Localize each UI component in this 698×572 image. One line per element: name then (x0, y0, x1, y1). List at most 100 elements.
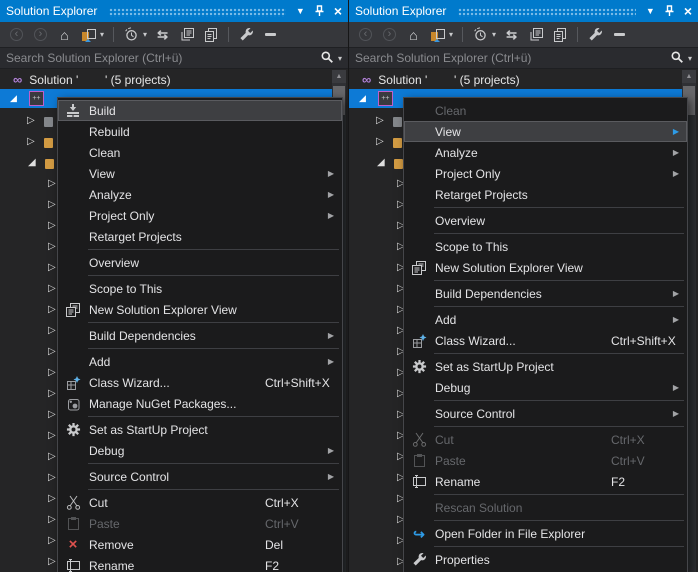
menu-item-rescan-solution[interactable]: Rescan Solution (404, 497, 687, 518)
tree-collapsed-expander-icon[interactable]: ▷ (48, 536, 56, 546)
dropdown-caret-icon[interactable]: ▾ (449, 30, 453, 39)
tree-collapsed-expander-icon[interactable]: ▷ (376, 137, 384, 147)
menu-item-retarget-projects[interactable]: Retarget Projects (58, 226, 342, 247)
close-icon[interactable]: × (684, 4, 692, 18)
panel-titlebar[interactable]: Solution Explorer ▼ × (0, 0, 348, 22)
tree-collapsed-expander-icon[interactable]: ▷ (48, 452, 56, 462)
menu-item-clean[interactable]: Clean (404, 100, 687, 121)
dropdown-caret-icon[interactable]: ▾ (100, 30, 104, 39)
menu-item-add[interactable]: Add▶ (404, 309, 687, 330)
tree-collapsed-expander-icon[interactable]: ▷ (48, 410, 56, 420)
menu-item-build-dependencies[interactable]: Build Dependencies▶ (404, 283, 687, 304)
tree-collapsed-expander-icon[interactable]: ▷ (48, 431, 56, 441)
tree-collapsed-expander-icon[interactable]: ▷ (48, 179, 56, 189)
menu-item-view[interactable]: View▶ (404, 121, 687, 142)
pending-changes-filter-icon[interactable] (472, 26, 489, 43)
expanded-expander-icon[interactable]: ◢ (359, 94, 366, 103)
tree-collapsed-expander-icon[interactable]: ▷ (48, 557, 56, 567)
menu-item-view[interactable]: View▶ (58, 163, 342, 184)
menu-item-cut[interactable]: CutCtrl+X (404, 429, 687, 450)
show-all-files-icon[interactable] (262, 26, 279, 43)
menu-item-project-only[interactable]: Project Only▶ (404, 163, 687, 184)
menu-item-class-wizard[interactable]: Class Wizard...Ctrl+Shift+X (404, 330, 687, 351)
menu-item-cut[interactable]: CutCtrl+X (58, 492, 342, 513)
menu-item-open-folder-in-file-explorer[interactable]: ↪Open Folder in File Explorer (404, 523, 687, 544)
menu-item-remove[interactable]: ×RemoveDel (58, 534, 342, 555)
menu-item-analyze[interactable]: Analyze▶ (404, 142, 687, 163)
tree-collapsed-expander-icon[interactable]: ▷ (48, 389, 56, 399)
menu-item-set-as-startup-project[interactable]: Set as StartUp Project (58, 419, 342, 440)
menu-item-add[interactable]: Add▶ (58, 351, 342, 372)
tree-expanded-expander-icon[interactable]: ◢ (377, 158, 385, 168)
forward-icon[interactable]: › (32, 26, 49, 43)
menu-item-clean[interactable]: Clean (58, 142, 342, 163)
tree-collapsed-expander-icon[interactable]: ▷ (376, 116, 384, 126)
search-input[interactable]: Search Solution Explorer (Ctrl+ü) ▾ (0, 47, 348, 69)
menu-item-debug[interactable]: Debug▶ (404, 377, 687, 398)
tree-collapsed-expander-icon[interactable]: ▷ (48, 284, 56, 294)
collapse-all-icon[interactable] (527, 26, 544, 43)
tree-collapsed-expander-icon[interactable]: ▷ (48, 200, 56, 210)
menu-item-rename[interactable]: RenameF2 (404, 471, 687, 492)
menu-item-analyze[interactable]: Analyze▶ (58, 184, 342, 205)
tree-expanded-expander-icon[interactable]: ◢ (28, 158, 36, 168)
home-icon[interactable]: ⌂ (405, 26, 422, 43)
menu-item-retarget-projects[interactable]: Retarget Projects (404, 184, 687, 205)
tree-collapsed-expander-icon[interactable]: ▷ (48, 473, 56, 483)
switch-views-icon[interactable] (429, 26, 446, 43)
scroll-up-icon[interactable]: ▲ (332, 70, 346, 83)
search-icon[interactable] (670, 50, 684, 67)
tree-collapsed-expander-icon[interactable]: ▷ (48, 221, 56, 231)
sync-with-active-document-icon[interactable]: ⇆ (154, 26, 171, 43)
search-dropdown-icon[interactable]: ▾ (688, 54, 692, 63)
menu-item-source-control[interactable]: Source Control▶ (58, 466, 342, 487)
collapse-all-icon[interactable] (178, 26, 195, 43)
tree-collapsed-expander-icon[interactable]: ▷ (48, 347, 56, 357)
search-icon[interactable] (320, 50, 334, 67)
show-all-files-icon[interactable] (611, 26, 628, 43)
tree-collapsed-expander-icon[interactable]: ▷ (48, 494, 56, 504)
solution-row[interactable]: ∞ Solution ' ' (5 projects) (349, 70, 698, 89)
menu-item-source-control[interactable]: Source Control▶ (404, 403, 687, 424)
menu-item-debug[interactable]: Debug▶ (58, 440, 342, 461)
properties-icon[interactable] (587, 26, 604, 43)
dropdown-caret-icon[interactable]: ▾ (492, 30, 496, 39)
search-input[interactable]: Search Solution Explorer (Ctrl+ü) ▾ (349, 47, 698, 69)
menu-item-build-dependencies[interactable]: Build Dependencies▶ (58, 325, 342, 346)
tree-collapsed-expander-icon[interactable]: ▷ (48, 242, 56, 252)
tree-collapsed-expander-icon[interactable]: ▷ (48, 305, 56, 315)
menu-item-paste[interactable]: PasteCtrl+V (404, 450, 687, 471)
menu-item-new-solution-explorer-view[interactable]: New Solution Explorer View (404, 257, 687, 278)
menu-item-build[interactable]: Build (58, 100, 342, 121)
menu-item-scope-to-this[interactable]: Scope to This (404, 236, 687, 257)
search-dropdown-icon[interactable]: ▾ (338, 54, 342, 63)
menu-item-scope-to-this[interactable]: Scope to This (58, 278, 342, 299)
menu-item-manage-nuget-packages[interactable]: Manage NuGet Packages... (58, 393, 342, 414)
back-icon[interactable]: ‹ (357, 26, 374, 43)
home-icon[interactable]: ⌂ (56, 26, 73, 43)
menu-item-class-wizard[interactable]: Class Wizard...Ctrl+Shift+X (58, 372, 342, 393)
menu-item-set-as-startup-project[interactable]: Set as StartUp Project (404, 356, 687, 377)
tree-collapsed-expander-icon[interactable]: ▷ (48, 263, 56, 273)
back-icon[interactable]: ‹ (8, 26, 25, 43)
forward-icon[interactable]: › (381, 26, 398, 43)
pin-icon[interactable] (664, 5, 675, 17)
preview-selected-items-icon[interactable] (202, 26, 219, 43)
sync-with-active-document-icon[interactable]: ⇆ (503, 26, 520, 43)
tree-collapsed-expander-icon[interactable]: ▷ (27, 116, 35, 126)
expanded-expander-icon[interactable]: ◢ (10, 94, 17, 103)
properties-icon[interactable] (238, 26, 255, 43)
pin-icon[interactable] (314, 5, 325, 17)
switch-views-icon[interactable] (80, 26, 97, 43)
close-icon[interactable]: × (334, 4, 342, 18)
menu-item-rebuild[interactable]: Rebuild (58, 121, 342, 142)
tree-collapsed-expander-icon[interactable]: ▷ (48, 326, 56, 336)
menu-item-rename[interactable]: RenameF2 (58, 555, 342, 572)
tree-collapsed-expander-icon[interactable]: ▷ (48, 515, 56, 525)
tree-collapsed-expander-icon[interactable]: ▷ (27, 137, 35, 147)
menu-item-properties[interactable]: Properties (404, 549, 687, 570)
tree-collapsed-expander-icon[interactable]: ▷ (48, 368, 56, 378)
scroll-up-icon[interactable]: ▲ (682, 70, 696, 83)
pending-changes-filter-icon[interactable] (123, 26, 140, 43)
dropdown-caret-icon[interactable]: ▾ (143, 30, 147, 39)
